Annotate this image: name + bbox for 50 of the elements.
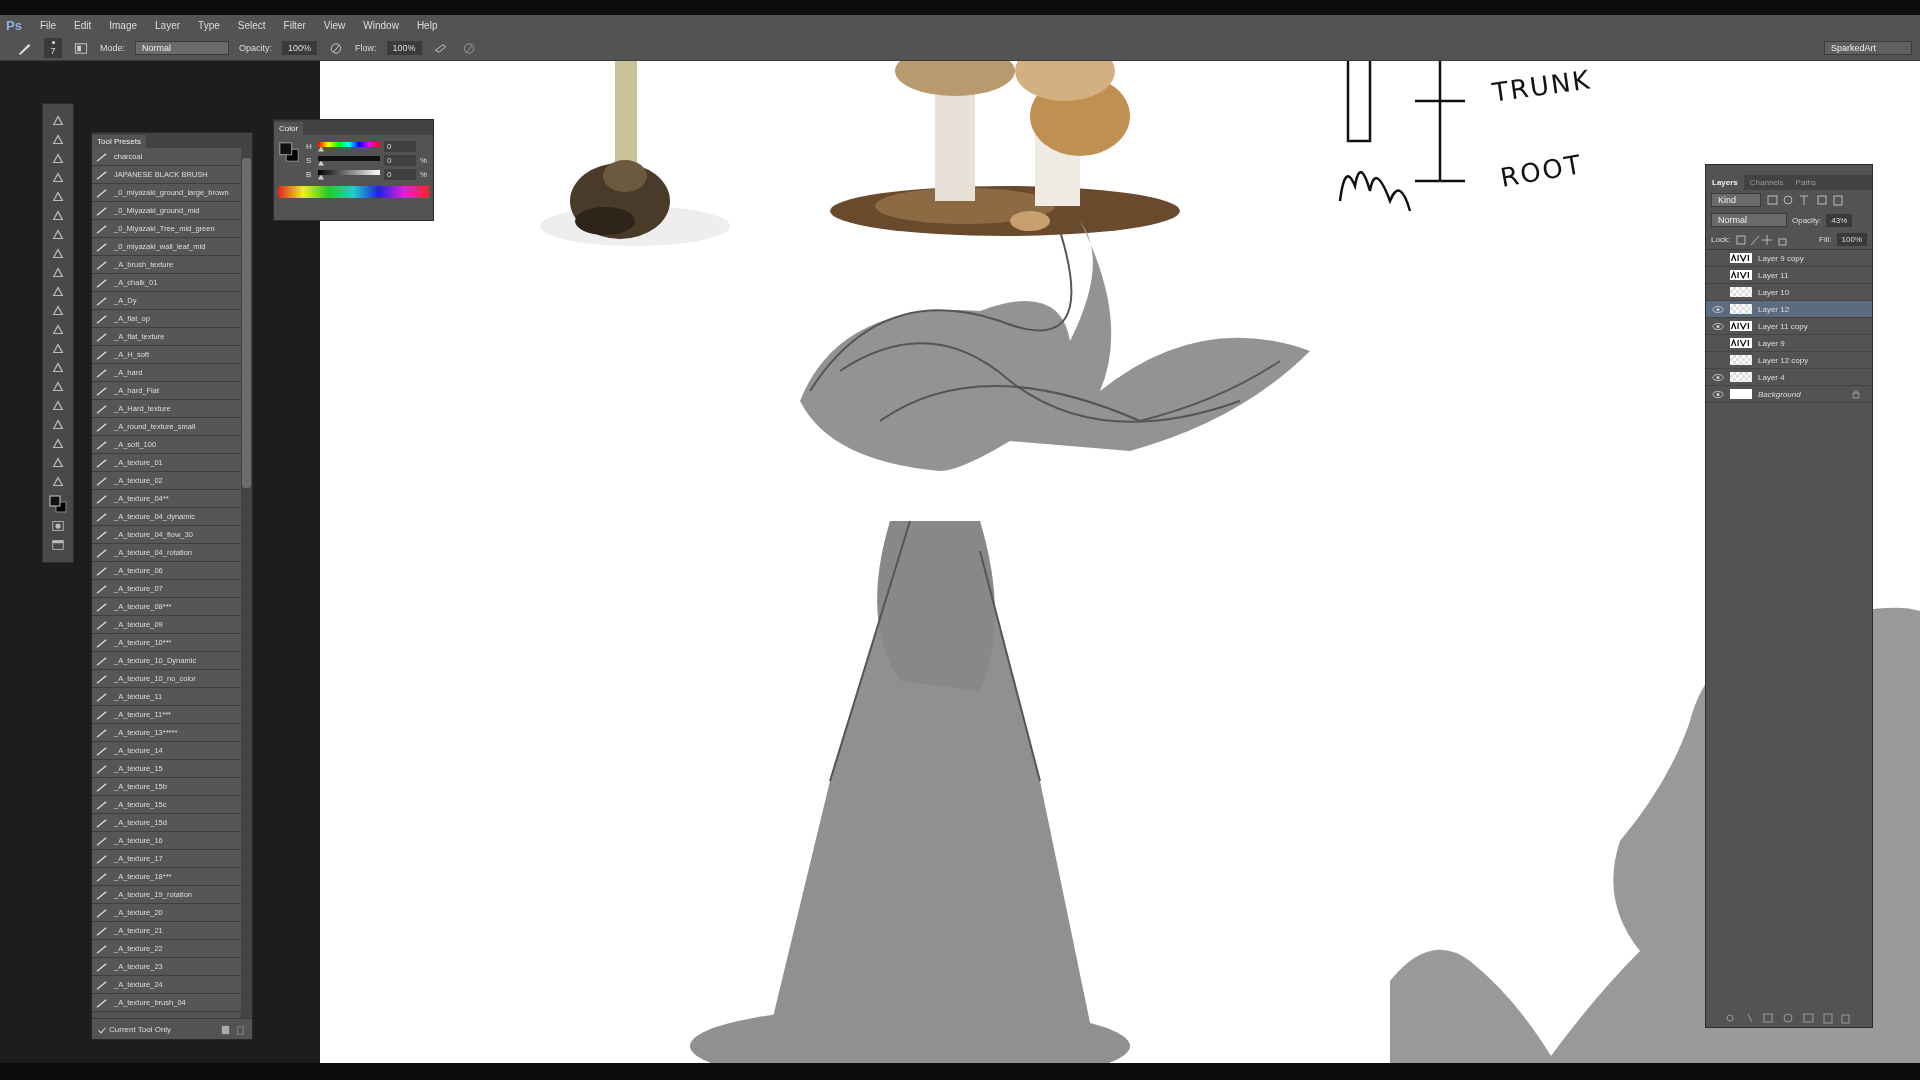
layer-row[interactable]: Layer 9 [1706,335,1872,352]
opacity-label: Opacity: [1792,215,1822,225]
app-logo: Ps [6,18,22,33]
menu-item[interactable]: Window [363,20,399,31]
layer-row[interactable]: Background [1706,386,1872,403]
flow-label: Flow: [355,43,377,53]
menu-item[interactable]: Help [416,20,438,31]
menu-item[interactable]: File [39,20,57,31]
fill-label: Fill: [1819,235,1832,244]
handwritten-note: TRUNK [1490,64,1594,108]
menu-item[interactable]: View [323,20,346,31]
blend-mode-dropdown[interactable]: Normal [1711,213,1787,227]
menu-item[interactable]: Type [198,20,220,31]
lock-label: Lock: [1711,235,1731,244]
unit-label: % [420,170,428,179]
menu-item[interactable]: Filter [283,20,306,31]
panel-tab[interactable]: Channels [1743,175,1790,190]
menu-item[interactable]: Edit [74,20,92,31]
channel-label: H [306,142,313,151]
panel-tab[interactable]: Tool Presets [92,135,147,148]
layer-row[interactable]: Layer 12 copy [1706,352,1872,369]
layer-row[interactable]: Layer 12 [1706,301,1872,318]
mode-label: Mode: [100,43,125,53]
fill-field[interactable]: 100% [1836,233,1867,246]
channel-value-field[interactable]: 0 [384,169,416,180]
menu-item[interactable]: Layer [155,20,181,31]
channel-value-field[interactable]: 0 [384,141,416,152]
flow-field[interactable]: 100% [386,41,422,55]
menu-item[interactable]: Image [109,20,138,31]
panel-tab[interactable]: Layers [1706,175,1744,190]
menu-item[interactable]: Select [237,20,266,31]
checkbox-label: Current Tool Only [109,1024,172,1034]
opacity-label: Opacity: [239,43,273,53]
brush-size-picker[interactable]: 7 [44,38,62,58]
layer-row[interactable]: Layer 9 copy [1706,250,1872,267]
handwritten-note: ROOT [1498,149,1585,193]
panel-tab[interactable]: Color [274,122,304,135]
panel-tab[interactable]: Paths [1789,175,1823,190]
opacity-field[interactable]: 100% [282,41,318,55]
unit-label: % [420,156,428,165]
mode-dropdown[interactable]: Normal [135,41,229,55]
layer-row[interactable]: Layer 11 copy [1706,318,1872,335]
channel-value-field[interactable]: 0 [384,155,416,166]
layer-row[interactable]: Layer 4 [1706,369,1872,386]
opacity-field[interactable]: 43% [1826,213,1853,227]
layer-row[interactable]: Layer 11 [1706,267,1872,284]
channel-label: S [306,156,313,165]
workspace-dropdown[interactable]: SparkedArt [1824,41,1912,55]
filter-dropdown[interactable]: Kind [1711,193,1761,207]
channel-label: B [306,170,313,179]
